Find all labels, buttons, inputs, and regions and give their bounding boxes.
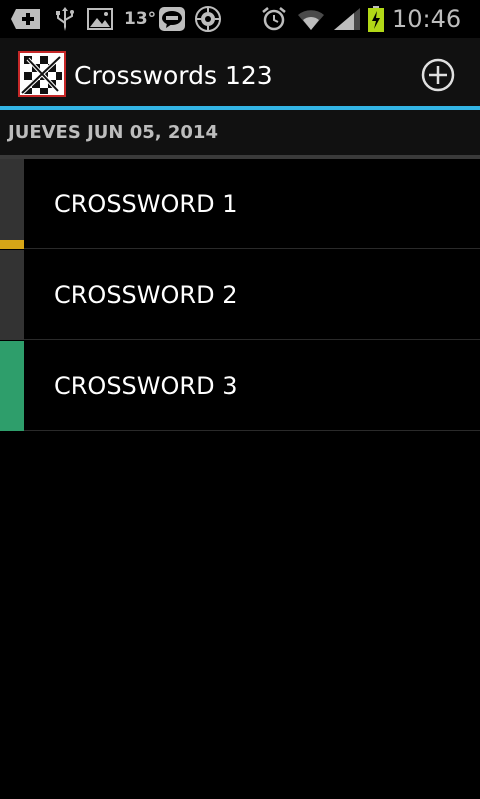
usb-icon bbox=[56, 7, 74, 31]
alarm-icon bbox=[262, 7, 286, 31]
temperature-text: 13° bbox=[124, 9, 157, 29]
battery-charging-icon bbox=[368, 6, 384, 32]
row-divider bbox=[24, 339, 480, 340]
signal-icon bbox=[334, 8, 360, 30]
status-bar: 13° 10:46 bbox=[0, 0, 480, 38]
add-icon bbox=[11, 9, 40, 29]
clock-text: 10:46 bbox=[392, 5, 462, 33]
progress-indicator bbox=[0, 341, 24, 431]
line-app-icon bbox=[159, 7, 185, 31]
date-section-header: JUEVES JUN 05, 2014 bbox=[0, 110, 480, 156]
crossword-title: CROSSWORD 2 bbox=[54, 281, 238, 309]
row-divider bbox=[24, 248, 480, 249]
app-title: Crosswords 123 bbox=[74, 61, 273, 90]
progress-indicator bbox=[0, 250, 24, 340]
aperture-icon bbox=[195, 6, 221, 32]
section-date-title: JUEVES JUN 05, 2014 bbox=[8, 122, 218, 143]
wifi-icon bbox=[298, 10, 324, 30]
image-icon bbox=[87, 8, 113, 30]
progress-fill bbox=[0, 240, 24, 249]
crossword-title: CROSSWORD 3 bbox=[54, 372, 238, 400]
crossword-row[interactable]: CROSSWORD 3 bbox=[0, 341, 480, 431]
progress-indicator bbox=[0, 159, 24, 249]
crossword-title: CROSSWORD 1 bbox=[54, 190, 238, 218]
app-logo-icon bbox=[18, 51, 66, 97]
add-crossword-button[interactable] bbox=[418, 55, 458, 95]
row-divider bbox=[24, 430, 480, 431]
crossword-row[interactable]: CROSSWORD 1 bbox=[0, 159, 480, 249]
progress-fill bbox=[0, 341, 24, 431]
crossword-row[interactable]: CROSSWORD 2 bbox=[0, 250, 480, 340]
